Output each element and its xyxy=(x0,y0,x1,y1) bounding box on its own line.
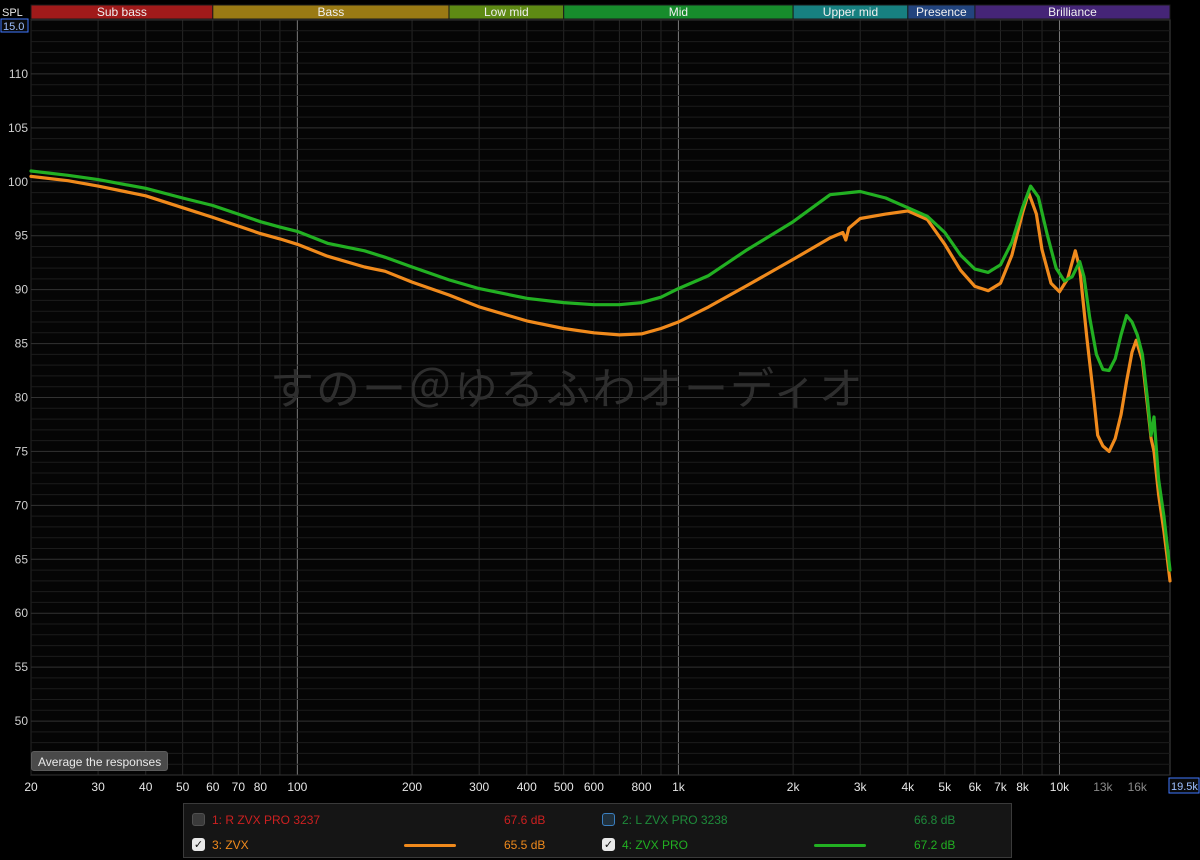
y-tick-label: 105 xyxy=(8,121,28,135)
x-right-readout[interactable]: 19.5k xyxy=(1168,777,1200,794)
legend-swatch-3 xyxy=(404,844,456,847)
y-top-readout-label: 15.0 xyxy=(3,21,24,33)
x-right-readout-label: 19.5k xyxy=(1171,781,1198,793)
x-tick-label: 30 xyxy=(91,780,105,794)
y-axis-title: SPL xyxy=(2,7,23,19)
y-tick-label: 90 xyxy=(15,283,29,297)
x-tick-label: 7k xyxy=(994,780,1008,794)
x-tick-label: 60 xyxy=(206,780,220,794)
legend-checkbox-1[interactable] xyxy=(192,813,205,826)
x-tick-label: 16k xyxy=(1128,780,1148,794)
y-tick-label: 75 xyxy=(15,444,29,458)
x-tick-label: 40 xyxy=(139,780,153,794)
band-label: Mid xyxy=(669,5,688,19)
y-tick-label: 80 xyxy=(15,391,29,405)
y-tick-label: 95 xyxy=(15,229,29,243)
legend-item-3[interactable]: ✓ 3: ZVX 65.5 dB xyxy=(192,834,592,856)
x-tick-label: 10k xyxy=(1050,780,1070,794)
y-tick-label: 60 xyxy=(15,606,29,620)
y-tick-label: 110 xyxy=(9,67,28,81)
legend-name-2: 2: L ZVX PRO 3238 xyxy=(622,813,728,827)
x-tick-label: 200 xyxy=(402,780,422,794)
x-tick-label: 500 xyxy=(554,780,574,794)
y-axis-ticks: 50 55 60 65 70 75 80 85 90 95 100 105 110 xyxy=(8,67,28,728)
x-tick-label: 1k xyxy=(672,780,686,794)
x-tick-label: 400 xyxy=(517,780,537,794)
legend-db-4: 67.2 dB xyxy=(914,838,956,852)
y-tick-label: 100 xyxy=(8,175,28,189)
y-tick-label: 55 xyxy=(15,660,29,674)
x-axis-ticks: 20 30 40 50 60 70 80 100 200 300 400 500 600 800 1k 2k 3… xyxy=(24,780,1148,794)
x-tick-label: 800 xyxy=(631,780,651,794)
x-tick-label: 5k xyxy=(938,780,952,794)
band-label: Upper mid xyxy=(823,5,878,19)
band-label: Low mid xyxy=(484,5,529,19)
legend-checkbox-4[interactable]: ✓ xyxy=(602,838,615,851)
y-tick-label: 70 xyxy=(15,498,29,512)
x-tick-label: 6k xyxy=(969,780,983,794)
legend-item-2[interactable]: 2: L ZVX PRO 3238 66.8 dB xyxy=(602,809,1002,831)
y-top-readout[interactable]: 15.0 xyxy=(0,18,29,33)
band-label: Sub bass xyxy=(97,5,147,19)
y-tick-label: 85 xyxy=(15,337,29,351)
band-label: Brilliance xyxy=(1048,5,1097,19)
legend-panel: 1: R ZVX PRO 3237 67.6 dB 2: L ZVX PRO 3… xyxy=(183,803,1012,858)
frequency-bands: Sub bass Bass Low mid Mid Upper mid Presence B… xyxy=(30,4,1171,20)
legend-db-3: 65.5 dB xyxy=(504,838,546,852)
x-tick-label: 13k xyxy=(1093,780,1113,794)
legend-name-1: 1: R ZVX PRO 3237 xyxy=(212,813,321,827)
x-tick-label: 80 xyxy=(254,780,268,794)
legend-name-4: 4: ZVX PRO xyxy=(622,838,689,852)
legend-item-1[interactable]: 1: R ZVX PRO 3237 67.6 dB xyxy=(192,809,592,831)
y-tick-label: 65 xyxy=(15,552,29,566)
x-tick-label: 70 xyxy=(232,780,246,794)
legend-name-3: 3: ZVX xyxy=(212,838,249,852)
x-tick-label: 8k xyxy=(1016,780,1030,794)
band-label: Bass xyxy=(318,5,345,19)
legend-swatch-4 xyxy=(814,844,866,847)
legend-db-2: 66.8 dB xyxy=(914,813,956,827)
x-tick-label: 600 xyxy=(584,780,604,794)
watermark: すのー＠ゆるふわオーディオ xyxy=(270,365,865,414)
x-tick-label: 3k xyxy=(854,780,868,794)
x-tick-label: 300 xyxy=(469,780,489,794)
x-tick-label: 50 xyxy=(176,780,190,794)
x-tick-label: 100 xyxy=(287,780,307,794)
legend-checkbox-2[interactable] xyxy=(602,813,615,826)
band-label: Presence xyxy=(916,5,967,19)
y-tick-label: 50 xyxy=(15,714,29,728)
frequency-response-chart: Sub bass Bass Low mid Mid Upper mid Presence B… xyxy=(0,4,1200,794)
legend-db-1: 67.6 dB xyxy=(504,813,546,827)
x-tick-label: 4k xyxy=(901,780,915,794)
average-responses-button[interactable]: Average the responses xyxy=(31,751,169,771)
legend-checkbox-3[interactable]: ✓ xyxy=(192,838,205,851)
x-tick-label: 2k xyxy=(787,780,801,794)
legend-item-4[interactable]: ✓ 4: ZVX PRO 67.2 dB xyxy=(602,834,1002,856)
x-tick-label: 20 xyxy=(24,780,38,794)
